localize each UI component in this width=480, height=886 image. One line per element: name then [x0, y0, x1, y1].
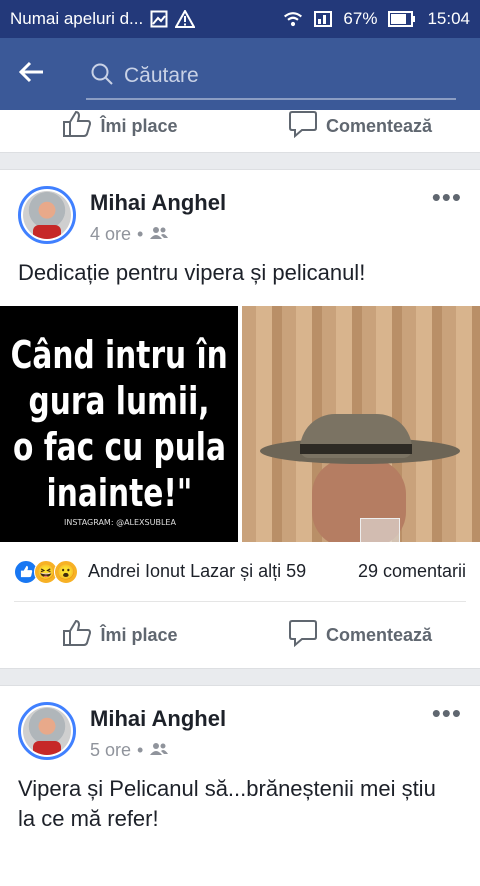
comment-icon [288, 619, 318, 652]
back-arrow-icon [18, 61, 45, 88]
search-icon [90, 62, 114, 91]
comment-label: Comentează [325, 624, 433, 645]
post-time[interactable]: 5 ore [90, 740, 131, 761]
previous-post-actions: Îmi place Comentează [0, 110, 480, 152]
thumbs-up-icon [62, 110, 92, 143]
post-text: Dedicație pentru vipera și pelicanul! [18, 260, 366, 285]
post-card: Mihai Anghel 4 ore • ••• Dedicație pentr… [0, 170, 480, 668]
battery-icon [387, 9, 417, 29]
photo-credit: INSTAGRAM: @ALEXSUBLEA [64, 518, 176, 527]
news-feed: Îmi place Comentează Mihai Anghel 4 ore … [0, 110, 480, 886]
feed-divider [0, 152, 480, 170]
man-in-hat-photo[interactable] [242, 306, 480, 542]
more-options-icon[interactable]: ••• [432, 184, 462, 250]
like-button[interactable]: Îmi place [0, 619, 240, 652]
more-options-icon[interactable]: ••• [432, 700, 462, 766]
post-author[interactable]: Mihai Anghel [90, 190, 226, 216]
photo-caption-line: inainte!" [46, 471, 192, 515]
warning-icon [175, 9, 196, 29]
reactions-text: Andrei Ionut Lazar și alți 59 [88, 561, 307, 581]
friends-icon [149, 224, 169, 245]
clock: 15:04 [427, 9, 470, 28]
wow-reaction-icon: 😮 [54, 559, 78, 584]
reactions-bar[interactable]: 😆 😮 Andrei Ionut Lazar și alți 59 29 com… [14, 542, 466, 602]
like-button[interactable]: Îmi place [0, 110, 240, 143]
like-label: Îmi place [100, 116, 178, 136]
friends-icon [149, 740, 169, 761]
comment-label: Comentează [325, 116, 433, 136]
dot-separator: • [137, 740, 144, 760]
post-author[interactable]: Mihai Anghel [90, 706, 226, 732]
feed-divider [0, 668, 480, 686]
post-time[interactable]: 4 ore [90, 224, 131, 245]
image-icon [149, 9, 169, 29]
search-input[interactable] [124, 64, 424, 88]
post-photos[interactable]: Când intru în gura lumii, o fac cu pula … [0, 306, 480, 542]
post-card: Mihai Anghel 5 ore • ••• Vipera și Pelic… [0, 686, 480, 886]
back-button[interactable] [0, 38, 64, 110]
avatar[interactable] [18, 702, 76, 760]
post-text: Vipera și Pelicanul să...brăneștenii mei… [18, 776, 436, 831]
thumbs-up-icon [62, 619, 92, 652]
carrier-text: Numai apeluri d... [10, 9, 144, 28]
meme-photo[interactable]: Când intru în gura lumii, o fac cu pula … [0, 306, 238, 542]
avatar[interactable] [18, 186, 76, 244]
comment-icon [288, 110, 318, 143]
comments-count[interactable]: 29 comentarii [358, 561, 466, 582]
battery-percent: 67% [343, 9, 378, 28]
photo-caption-line: gura lumii, [28, 379, 210, 423]
dot-separator: • [137, 224, 144, 244]
like-label: Îmi place [100, 624, 178, 645]
status-bar: Numai apeluri d... 67% 15:04 [0, 0, 480, 38]
photo-caption-line: Când intru în [10, 333, 228, 377]
comment-button[interactable]: Comentează [240, 619, 480, 652]
wifi-icon [283, 9, 303, 29]
comment-button[interactable]: Comentează [240, 110, 480, 143]
signal-icon [313, 9, 333, 29]
app-bar [0, 38, 480, 110]
search-box[interactable] [86, 54, 456, 100]
photo-caption-line: o fac cu pula [12, 425, 226, 469]
